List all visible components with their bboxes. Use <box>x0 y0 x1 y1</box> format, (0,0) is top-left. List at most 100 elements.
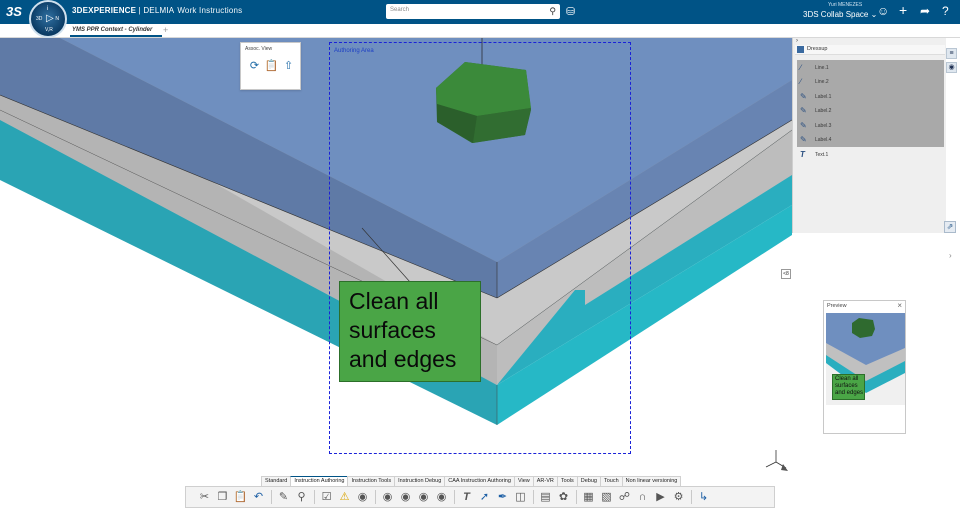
pointer-icon[interactable]: ↳ <box>695 489 712 505</box>
search-instruction-icon[interactable]: ⚲ <box>293 489 310 505</box>
add-icon[interactable]: + <box>899 2 907 18</box>
add-tab-button[interactable]: + <box>163 25 168 35</box>
toolbar-separator <box>454 490 455 504</box>
tree-item-label-2[interactable]: ✎ Label.2 <box>797 104 943 117</box>
tab-ppr-context[interactable]: YMS PPR Context - Cylinder <box>70 24 162 37</box>
paint-icon[interactable]: ✿ <box>555 489 572 505</box>
dressup-header[interactable]: Dressup <box>795 45 945 55</box>
collab-space-selector[interactable]: 3DS Collab Space ⌄ <box>803 10 877 19</box>
tab-instruction-tools[interactable]: Instruction Tools <box>347 476 396 486</box>
tab-non-linear-versioning[interactable]: Non linear versioning <box>621 476 682 486</box>
compass-vr[interactable]: V,R <box>45 27 53 33</box>
tab-standard[interactable]: Standard <box>261 476 292 486</box>
chevron-right-icon[interactable]: › <box>796 38 798 44</box>
toolbar-separator <box>271 490 272 504</box>
user-icon[interactable]: ☺ <box>877 4 889 18</box>
toolbar-separator <box>576 490 577 504</box>
network-icon[interactable]: ⚙ <box>670 489 687 505</box>
tab-view[interactable]: View <box>513 476 534 486</box>
camera-3-icon[interactable]: ◉ <box>415 489 432 505</box>
grid-icon[interactable]: ▦ <box>580 489 597 505</box>
copy-icon[interactable]: ❐ <box>214 489 231 505</box>
line-icon: ∕ <box>800 63 802 72</box>
tab-instruction-authoring[interactable]: Instruction Authoring <box>290 476 349 486</box>
link-icon[interactable]: ☍ <box>616 489 633 505</box>
catalog-icon[interactable]: ◉ <box>946 62 957 73</box>
undo-icon[interactable]: ↶ <box>250 489 267 505</box>
toolbar-separator <box>375 490 376 504</box>
authoring-area[interactable]: Authoring Area <box>329 42 631 454</box>
collab-space-label: 3DS Collab Space <box>803 10 869 19</box>
label-icon: ✎ <box>800 106 807 115</box>
preview-image: Clean all surfaces and edges <box>826 313 905 405</box>
label-icon: ✎ <box>800 121 807 130</box>
check-instruction-icon[interactable]: ☑ <box>318 489 335 505</box>
line-icon: ∕ <box>800 77 802 86</box>
camera-4-icon[interactable]: ◉ <box>433 489 450 505</box>
expand-panel-icon[interactable]: › <box>949 251 952 260</box>
action-bar-toolbar: ✂ ❐ 📋 ↶ ✎ ⚲ ☑ ⚠ ◉ ◉ ◉ ◉ ◉ T ➚ ✒ ◫ ▤ ✿ ▦ … <box>185 486 775 508</box>
tree-item-label: Label.4 <box>815 137 832 143</box>
cut-icon[interactable]: ✂ <box>196 489 213 505</box>
compass-3d[interactable]: 3D <box>36 16 42 22</box>
mini-tag-icon[interactable]: <8 <box>781 269 791 279</box>
export-icon[interactable]: ⇧ <box>281 59 296 74</box>
tree-item-label: Label.2 <box>815 108 832 114</box>
brand-prefix: 3DEXPERIENCE <box>72 6 137 15</box>
tree-item-line-2[interactable]: ∕ Line.2 <box>797 75 943 88</box>
help-icon[interactable]: ? <box>942 4 949 18</box>
play-icon[interactable]: ▷ <box>46 13 54 24</box>
tree-item-label-3[interactable]: ✎ Label.3 <box>797 119 943 132</box>
assoc-view-title: Assoc. View <box>245 46 273 52</box>
capture-icon[interactable]: ◉ <box>354 489 371 505</box>
compass-n[interactable]: N <box>55 16 59 22</box>
search-input[interactable]: Search ⚲ <box>386 4 560 19</box>
share-icon[interactable]: ➦ <box>920 4 930 18</box>
tab-touch[interactable]: Touch <box>599 476 623 486</box>
media-icon[interactable]: ▶ <box>652 489 669 505</box>
axis-icon <box>765 450 788 471</box>
camera-2-icon[interactable]: ◉ <box>397 489 414 505</box>
fit-all-icon[interactable]: ⇗ <box>944 221 956 233</box>
instruction-note[interactable]: Clean all surfaces and edges <box>339 281 481 382</box>
text-tool-icon[interactable]: T <box>458 489 475 505</box>
table-icon[interactable]: ▧ <box>598 489 615 505</box>
compass-icon[interactable]: i 3D ▷ N V,R <box>29 0 67 38</box>
tab-instruction-debug[interactable]: Instruction Debug <box>394 476 446 486</box>
shape-tool-icon[interactable]: ◫ <box>512 489 529 505</box>
camera-icon[interactable]: ◉ <box>379 489 396 505</box>
tab-debug[interactable]: Debug <box>576 476 601 486</box>
tree-icon[interactable]: ≡ <box>946 48 957 59</box>
magnet-icon[interactable]: ∩ <box>634 489 651 505</box>
tree-item-text-1[interactable]: T Text.1 <box>797 148 943 161</box>
tree-item-label-4[interactable]: ✎ Label.4 <box>797 133 943 146</box>
paste-icon[interactable]: 📋 <box>232 489 249 505</box>
preview-note: Clean all surfaces and edges <box>832 374 865 400</box>
app-window: 3S 3DEXPERIENCE | DELMIA Work Instruction… <box>0 0 960 508</box>
tab-caa-instruction-authoring[interactable]: CAA Instruction Authoring <box>444 476 515 486</box>
properties-icon[interactable]: ▤ <box>537 489 554 505</box>
refresh-icon[interactable]: ⟳ <box>247 59 262 74</box>
tree-item-label-1[interactable]: ✎ Label.1 <box>797 90 943 103</box>
ds-logo-icon[interactable]: 3S <box>6 4 22 19</box>
user-name: Yuri MENEZES <box>828 2 863 8</box>
tree-item-label: Line.1 <box>815 65 829 71</box>
app-name: Work Instructions <box>177 6 243 15</box>
dressup-panel: › Dressup ∕ Line.1 ∕ Line.2 ✎ Label.1 ✎ … <box>792 38 946 233</box>
tab-ar-vr[interactable]: AR-VR <box>532 476 558 486</box>
tab-tools[interactable]: Tools <box>556 476 578 486</box>
side-icons: ≡ ◉ <box>946 48 957 76</box>
pen-tool-icon[interactable]: ✒ <box>494 489 511 505</box>
search-icon[interactable]: ⚲ <box>549 6 556 17</box>
tree-item-line-1[interactable]: ∕ Line.1 <box>797 61 943 74</box>
toolbar-separator <box>314 490 315 504</box>
edit-instruction-icon[interactable]: ✎ <box>275 489 292 505</box>
3d-viewport[interactable]: Authoring Area Clean all surfaces and ed… <box>0 38 960 508</box>
compass-top[interactable]: i <box>47 6 48 12</box>
arrow-tool-icon[interactable]: ➚ <box>476 489 493 505</box>
clipboard-icon[interactable]: 📋 <box>264 59 279 74</box>
dressup-icon <box>797 46 804 53</box>
close-icon[interactable]: × <box>897 301 902 310</box>
tag-icon[interactable]: ⛁ <box>566 5 575 18</box>
warning-icon[interactable]: ⚠ <box>336 489 353 505</box>
